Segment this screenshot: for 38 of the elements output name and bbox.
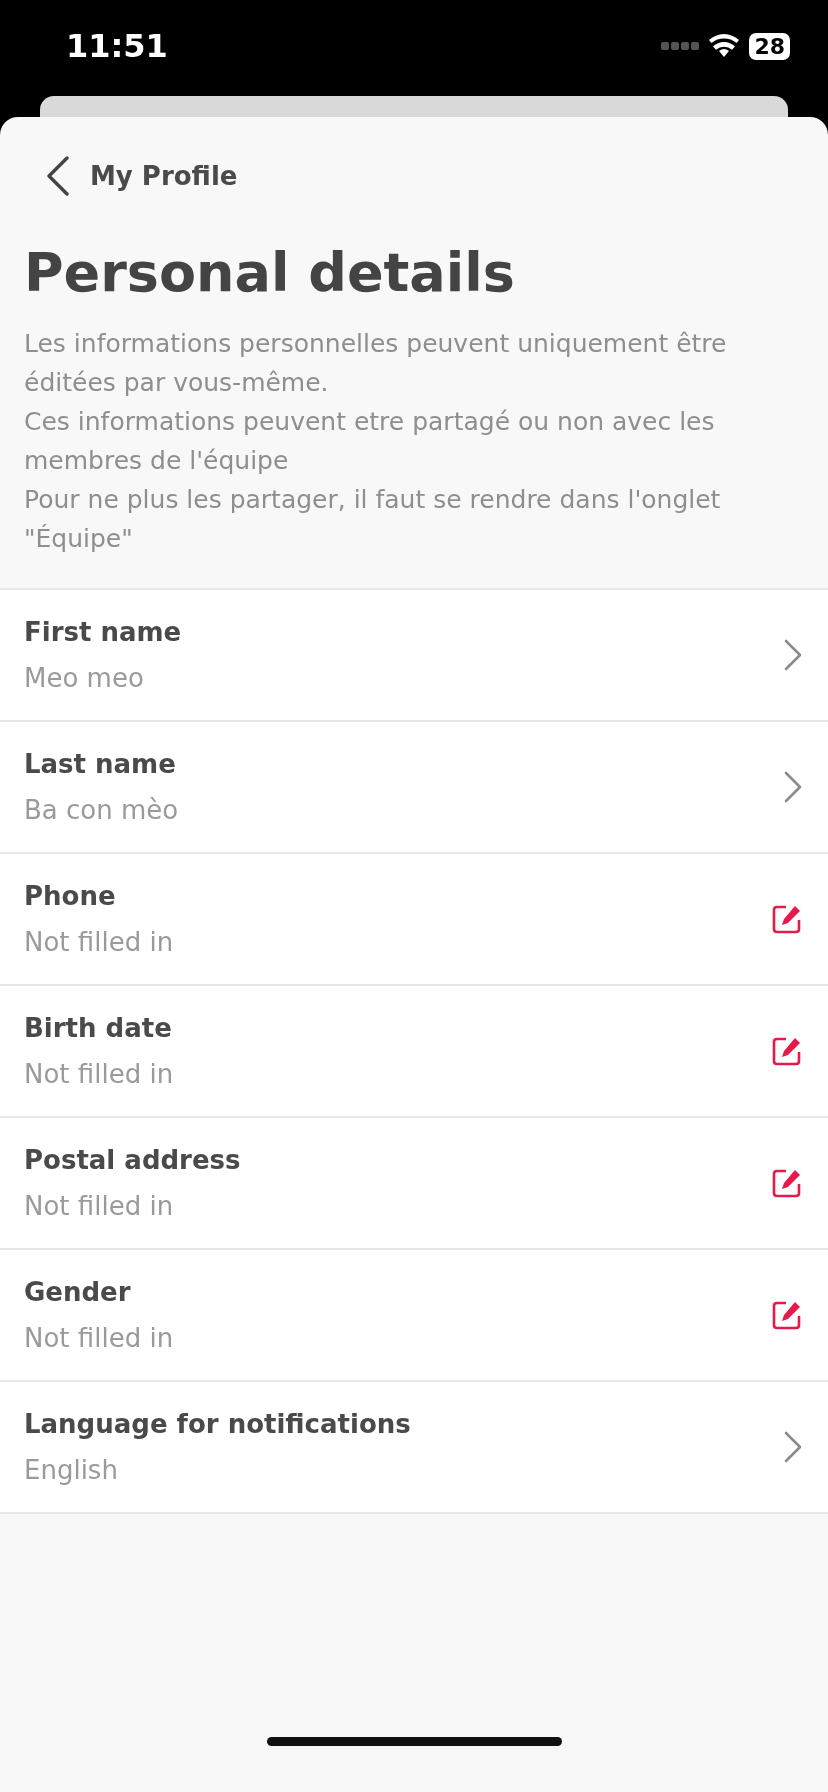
field-value: Meo meo bbox=[24, 663, 145, 693]
field-value: Not filled in bbox=[24, 1191, 175, 1221]
status-time: 11:51 bbox=[66, 27, 168, 65]
back-button[interactable]: My Profile bbox=[46, 156, 238, 196]
battery-level: 28 bbox=[749, 32, 790, 60]
field-label: Language for notifications bbox=[24, 1409, 411, 1439]
field-label: Last name bbox=[24, 749, 177, 779]
field-value: Not filled in bbox=[24, 1323, 174, 1353]
field-label: First name bbox=[24, 617, 182, 647]
wifi-icon bbox=[709, 34, 740, 58]
field-row[interactable]: First name Meo meo bbox=[0, 590, 828, 722]
field-row[interactable]: Last name Ba con mèo bbox=[0, 722, 828, 854]
description-paragraph: Ces informations peuvent etre partagé ou non avec les membres de l'équipe bbox=[24, 406, 716, 477]
chevron-right-icon bbox=[784, 1431, 802, 1463]
field-row[interactable]: Birth date Not filled in bbox=[0, 986, 828, 1118]
field-row[interactable]: Phone Not filled in bbox=[0, 854, 828, 986]
edit-icon bbox=[772, 1300, 802, 1330]
field-value: English bbox=[24, 1455, 119, 1485]
field-label: Gender bbox=[24, 1277, 132, 1307]
edit-icon bbox=[772, 1036, 802, 1066]
description-paragraph: Pour ne plus les partager, il faut se rendre dans l'onglet "Équipe" bbox=[24, 484, 722, 555]
description-paragraph: Les informations personnelles peuvent uniquement être éditées par vous-même. bbox=[24, 328, 728, 399]
edit-icon bbox=[772, 1168, 802, 1198]
back-icon bbox=[46, 156, 70, 196]
signal-icon bbox=[661, 41, 700, 51]
field-row[interactable]: Postal address Not filled in bbox=[0, 1118, 828, 1250]
field-label: Postal address bbox=[24, 1145, 241, 1175]
chevron-right-icon bbox=[784, 639, 802, 671]
chevron-right-icon bbox=[784, 771, 802, 803]
field-value: Not filled in bbox=[24, 927, 174, 957]
field-row[interactable]: Gender Not filled in bbox=[0, 1250, 828, 1382]
field-label: Phone bbox=[24, 881, 117, 911]
field-label: Birth date bbox=[24, 1013, 173, 1043]
field-value: Ba con mèo bbox=[24, 795, 179, 825]
field-value: Not filled in bbox=[24, 1059, 174, 1089]
edit-icon bbox=[772, 904, 802, 934]
field-row[interactable]: Language for notifications English bbox=[0, 1382, 828, 1514]
page-title: Personal details bbox=[24, 241, 516, 304]
